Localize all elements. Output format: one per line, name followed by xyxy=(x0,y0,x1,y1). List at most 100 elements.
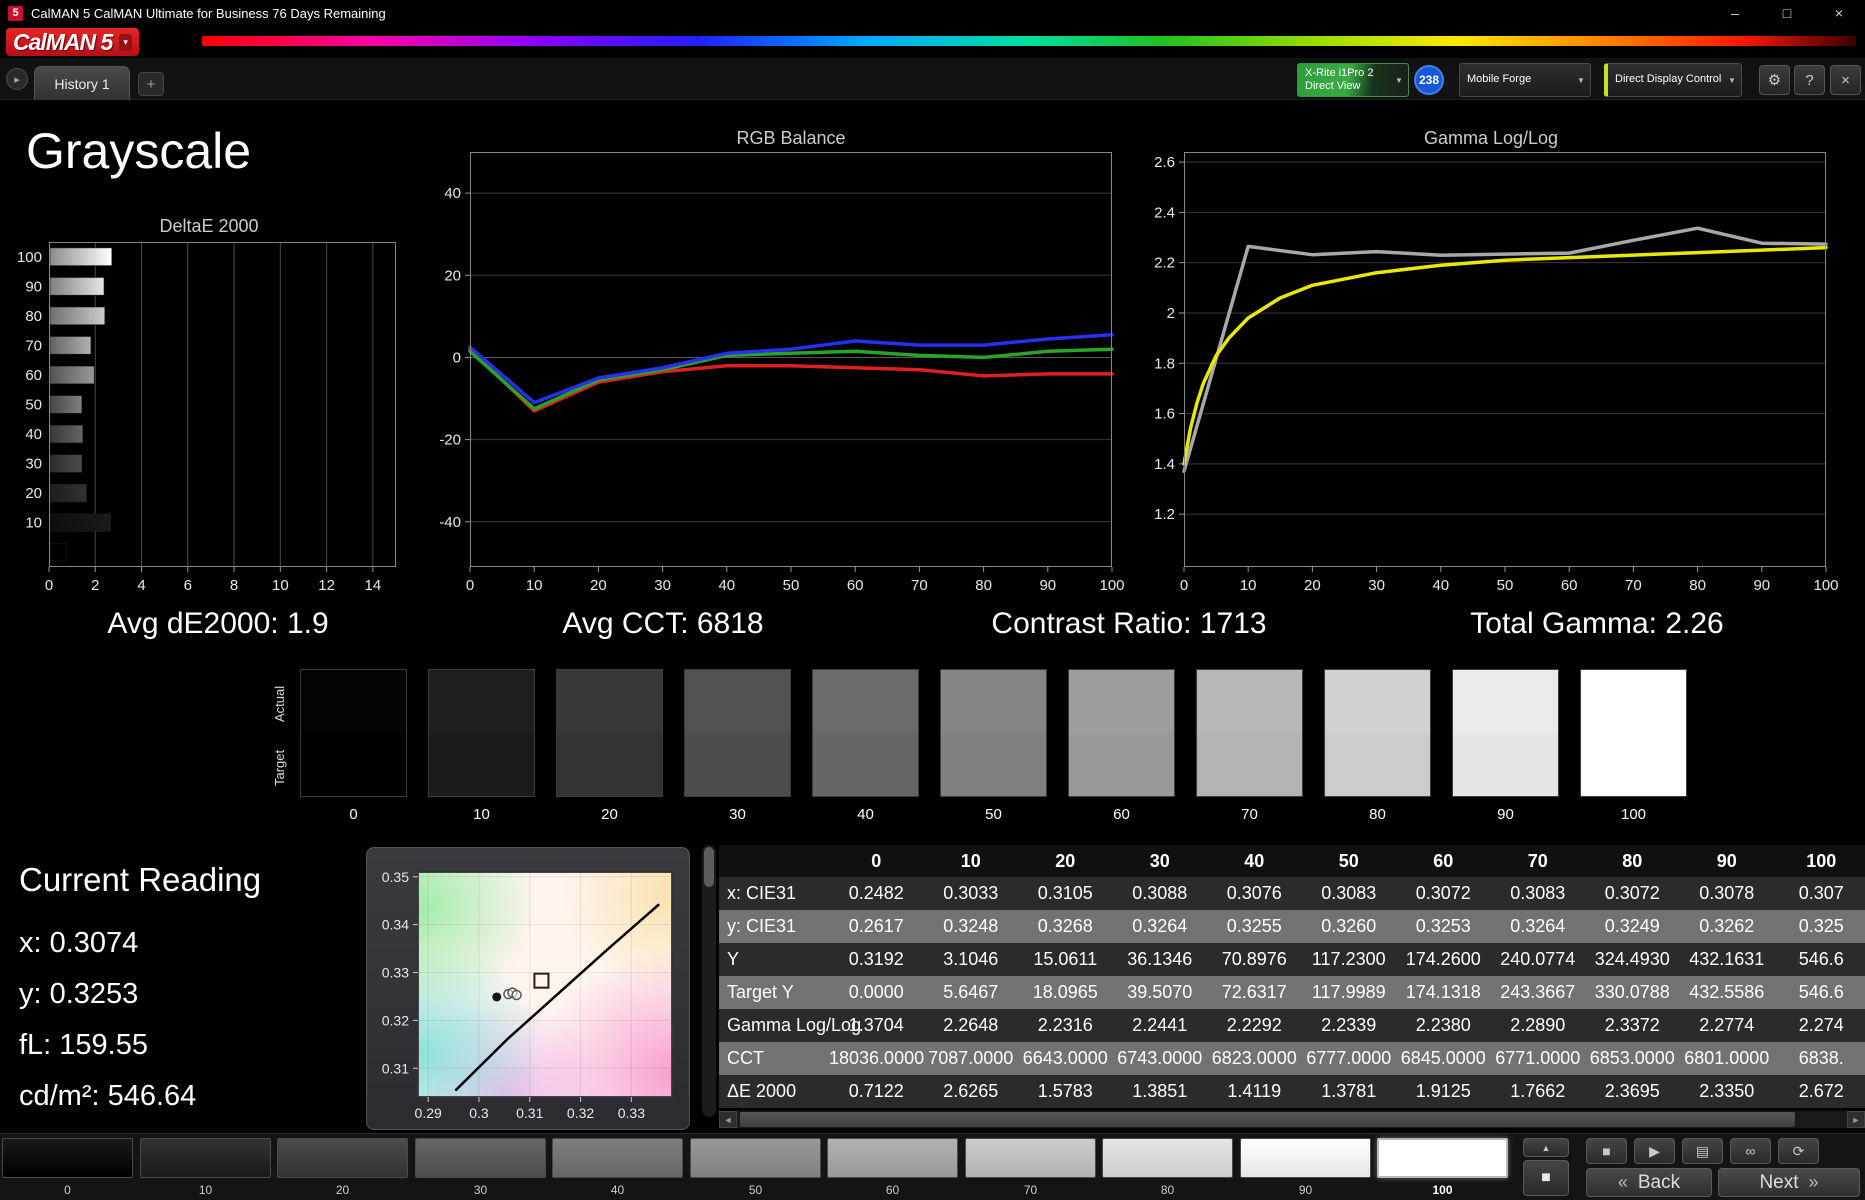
table-header-cell: 60 xyxy=(1433,850,1454,871)
level-50-button[interactable] xyxy=(690,1138,821,1178)
level-0-button[interactable] xyxy=(2,1138,133,1178)
scroll-left-icon[interactable]: ◄ xyxy=(719,1111,737,1128)
level-90-button[interactable] xyxy=(1240,1138,1371,1178)
level-60-button[interactable] xyxy=(827,1138,958,1178)
scrollbar-track[interactable] xyxy=(737,1111,1847,1128)
table-cell: 6771.0000 xyxy=(1495,1048,1581,1068)
table-cell: 5.6467 xyxy=(943,982,999,1002)
reading-fl: fL: 159.55 xyxy=(19,1029,148,1061)
source-dropdown[interactable]: Mobile Forge ▼ xyxy=(1459,63,1591,97)
table-header-cell: 80 xyxy=(1622,850,1643,871)
level-40-button[interactable] xyxy=(552,1138,683,1178)
level-label: 40 xyxy=(610,1183,625,1197)
svg-text:20: 20 xyxy=(1304,577,1321,594)
next-button[interactable]: Next » xyxy=(1718,1168,1860,1197)
table-cell: 3.1046 xyxy=(943,949,999,969)
table-cell: 243.3667 xyxy=(1500,982,1576,1002)
table-row[interactable]: x: CIE31 0.2482 0.3033 0.3105 0.3088 0.3076 0.… xyxy=(719,877,1865,910)
tab-scroll-button[interactable]: ▸ xyxy=(6,68,28,90)
table-cell: 0.3105 xyxy=(1037,883,1093,903)
spectrum-gradient-bar xyxy=(202,36,1856,46)
tab-history-1[interactable]: History 1 xyxy=(34,66,130,100)
tab-bar: ▸ History 1 + X-Rite i1Pro 2 Direct View… xyxy=(0,58,1865,100)
pattern-button[interactable]: ▤ xyxy=(1682,1138,1723,1164)
table-cell: 0.3083 xyxy=(1510,883,1566,903)
cie-chart: 0.29 0.3 0.31 0.32 0.33 0.35 0.34 0.33 0.32 0.31 xyxy=(382,869,673,1121)
gear-icon[interactable]: ⚙ xyxy=(1759,65,1790,95)
pattern-window-button[interactable]: ■ xyxy=(1523,1160,1569,1196)
level-30-button[interactable] xyxy=(415,1138,546,1178)
table-cell: 1.7662 xyxy=(1510,1081,1566,1101)
table-cell: 432.1631 xyxy=(1689,949,1765,969)
table-cell: 0.2482 xyxy=(848,883,904,903)
svg-text:8: 8 xyxy=(230,577,238,594)
svg-text:50: 50 xyxy=(25,397,42,414)
level-label: 80 xyxy=(1160,1183,1175,1197)
scrollbar-thumb[interactable] xyxy=(704,847,714,887)
table-cell: 174.2600 xyxy=(1405,949,1481,969)
app-icon: 5 xyxy=(8,5,23,21)
table-cell: 0.3260 xyxy=(1321,916,1377,936)
continuous-button[interactable]: ∞ xyxy=(1730,1138,1771,1164)
maximize-button[interactable]: □ xyxy=(1761,0,1813,26)
table-vertical-scrollbar[interactable] xyxy=(702,845,716,1117)
level-label: 50 xyxy=(748,1183,763,1197)
table-row-label: Target Y xyxy=(727,982,794,1002)
svg-text:12: 12 xyxy=(318,577,335,594)
window-title: CalMAN 5 CalMAN Ultimate for Business 76… xyxy=(31,5,386,21)
collapse-up-button[interactable]: ▲ xyxy=(1523,1138,1569,1157)
close-icon[interactable]: × xyxy=(1830,65,1861,95)
level-10-button[interactable] xyxy=(140,1138,271,1178)
svg-text:0: 0 xyxy=(466,577,474,594)
table-row[interactable]: Target Y 0.0000 5.6467 18.0965 39.5070 72.631… xyxy=(719,976,1865,1009)
svg-text:-40: -40 xyxy=(439,514,461,531)
play-button[interactable]: ▶ xyxy=(1634,1138,1675,1164)
table-row[interactable]: y: CIE31 0.2617 0.3248 0.3268 0.3264 0.3255 0.… xyxy=(719,910,1865,943)
table-cell: 0.3192 xyxy=(848,949,904,969)
meter-status-badge: 238 xyxy=(1414,65,1444,95)
level-80-button[interactable] xyxy=(1102,1138,1233,1178)
table-row[interactable]: CCT 18036.0000 7087.0000 6643.0000 6743.0000… xyxy=(719,1042,1865,1075)
back-button[interactable]: « Back xyxy=(1586,1168,1712,1197)
level-20-button[interactable] xyxy=(277,1138,408,1178)
add-tab-button[interactable]: + xyxy=(138,72,164,96)
svg-text:80: 80 xyxy=(1689,577,1706,594)
stat-avg-cct: Avg CCT: 6818 xyxy=(562,607,764,640)
stop-button[interactable]: ■ xyxy=(1586,1138,1627,1164)
level-70-button[interactable] xyxy=(965,1138,1096,1178)
svg-text:0.35: 0.35 xyxy=(382,869,409,885)
table-cell: 6845.0000 xyxy=(1400,1048,1486,1068)
table-horizontal-scrollbar[interactable]: ◄ ► xyxy=(719,1111,1865,1128)
table-row[interactable]: Y 0.3192 3.1046 15.0611 36.1346 70.8976 117.23… xyxy=(719,943,1865,976)
table-row[interactable]: Gamma Log/Log 1.3704 2.2648 2.2316 2.2441 2.2… xyxy=(719,1009,1865,1042)
scrollbar-thumb[interactable] xyxy=(740,1112,1795,1127)
table-header-cell: 0 xyxy=(871,850,882,871)
close-button[interactable]: × xyxy=(1813,0,1865,26)
table-cell: 546.6 xyxy=(1798,949,1844,969)
patch-level-label: 80 xyxy=(1369,806,1386,823)
table-cell: 1.3781 xyxy=(1321,1081,1377,1101)
patch-level-label: 50 xyxy=(985,806,1002,823)
grayscale-patch-50 xyxy=(940,669,1047,797)
svg-text:70: 70 xyxy=(25,337,42,354)
svg-text:10: 10 xyxy=(25,515,42,532)
level-100-button[interactable] xyxy=(1377,1138,1508,1178)
svg-text:1.8: 1.8 xyxy=(1154,355,1175,372)
scroll-right-icon[interactable]: ► xyxy=(1847,1111,1865,1128)
refresh-button[interactable]: ⟳ xyxy=(1778,1138,1819,1164)
table-cell: 0.0000 xyxy=(848,982,904,1002)
patch-level-label: 20 xyxy=(601,806,618,823)
table-row-label: Gamma Log/Log xyxy=(727,1015,862,1035)
svg-text:6: 6 xyxy=(184,577,192,594)
display-control-label: Direct Display Control xyxy=(1615,73,1722,86)
meter-dropdown[interactable]: X-Rite i1Pro 2 Direct View ▼ xyxy=(1297,63,1409,97)
calman-window: 5 CalMAN 5 CalMAN Ultimate for Business … xyxy=(0,0,1865,1200)
chevron-down-icon[interactable]: ▾ xyxy=(119,33,132,51)
svg-text:80: 80 xyxy=(25,308,42,325)
table-row[interactable]: ΔE 2000 0.7122 2.6265 1.5783 1.3851 1.4119 1.3… xyxy=(719,1075,1865,1108)
table-cell: 0.3248 xyxy=(943,916,999,936)
display-control-dropdown[interactable]: Direct Display Control ▼ xyxy=(1604,63,1742,97)
minimize-button[interactable]: – xyxy=(1709,0,1761,26)
help-icon[interactable]: ? xyxy=(1794,65,1825,95)
calman-logo-menu[interactable]: CalMAN 5 ▾ xyxy=(6,28,139,56)
